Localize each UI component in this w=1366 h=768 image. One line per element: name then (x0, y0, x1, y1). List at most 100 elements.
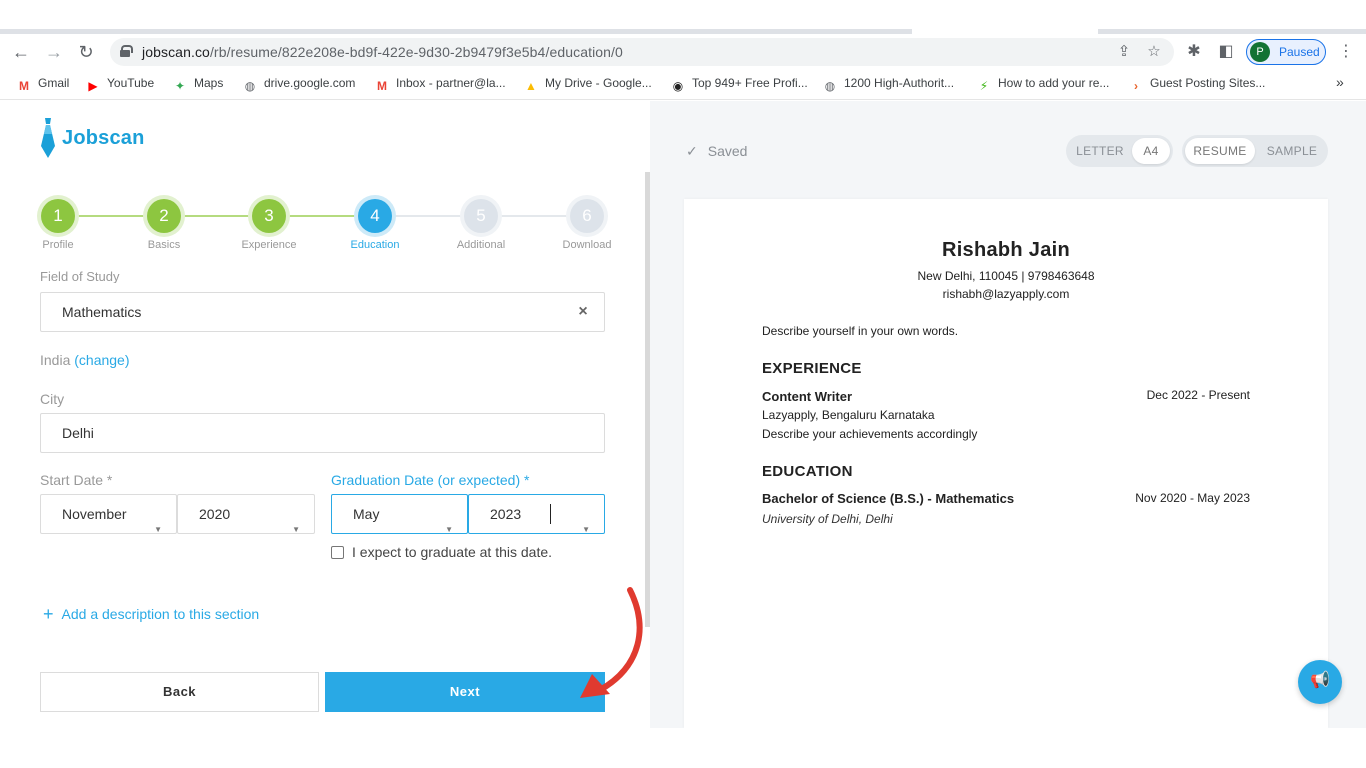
resume-summary: Describe yourself in your own words. (762, 324, 959, 338)
maps-icon: ✦ (174, 79, 186, 93)
bookmark-label: Maps (194, 76, 224, 90)
youtube-icon: ▶ (88, 79, 98, 93)
view-mode-resume[interactable]: RESUME (1185, 138, 1255, 164)
degree: Bachelor of Science (B.S.) - Mathematics (762, 491, 1015, 506)
add-description-link[interactable]: + Add a description to this section (43, 604, 259, 625)
paper-size-letter[interactable]: LETTER (1069, 138, 1131, 164)
bookmark-item[interactable]: ◍ drive.google.com (242, 76, 356, 93)
step-label: Profile (42, 239, 74, 251)
saved-status: ✓ Saved (686, 143, 747, 160)
reload-icon[interactable]: ↻ (74, 40, 98, 64)
job-description: Describe your achievements accordingly (762, 427, 978, 441)
preview-panel: ✓ Saved LETTER A4 RESUME SAMPLE Rishabh J… (650, 101, 1366, 728)
resume-name: Rishabh Jain (941, 239, 1071, 261)
step-label: Basics (147, 239, 181, 251)
graduation-month-select[interactable]: May ▼ (331, 494, 468, 534)
bookmark-label: Top 949+ Free Profi... (692, 76, 808, 90)
country-name: India (40, 352, 71, 368)
bookmark-item[interactable]: › Guest Posting Sites... (1128, 76, 1266, 93)
browser-tab-strip (0, 0, 1366, 36)
next-button[interactable]: Next (325, 672, 605, 712)
bookmark-item[interactable]: ◍ 1200 High-Authorit... (822, 76, 955, 93)
step-profile[interactable]: 1 Profile (18, 199, 98, 251)
back-arrow-icon[interactable]: ← (9, 40, 33, 64)
job-company: Lazyapply, Bengaluru Karnataka (762, 408, 935, 422)
start-year-select[interactable]: 2020 ▼ (177, 494, 315, 534)
tab-strip-divider (1098, 29, 1366, 34)
change-country-link[interactable]: (change) (74, 352, 129, 368)
more-bookmarks-icon[interactable]: » (1336, 74, 1344, 90)
education-heading: EDUCATION (762, 463, 853, 480)
bookmark-item[interactable]: ▲ My Drive - Google... (523, 76, 652, 93)
drive-icon: ▲ (525, 79, 537, 93)
step-education[interactable]: 4 Education (335, 199, 415, 251)
gmail-icon: M (377, 79, 387, 93)
bookmark-item[interactable]: M Inbox - partner@la... (374, 76, 506, 93)
side-panel-icon[interactable]: ◧ (1215, 41, 1237, 63)
more-menu-icon[interactable]: ⋮ (1338, 41, 1354, 63)
step-basics[interactable]: 2 Basics (124, 199, 204, 251)
bookmark-item[interactable]: ▶ YouTube (85, 76, 154, 93)
lock-icon (120, 45, 133, 57)
step-number: 1 (41, 199, 75, 233)
bookmark-label: Inbox - partner@la... (396, 76, 506, 90)
bookmark-item[interactable]: ✦ Maps (172, 76, 224, 93)
bookmark-star-icon[interactable]: ☆ (1144, 42, 1164, 62)
globe-icon: ◍ (244, 79, 256, 93)
chevron-down-icon: ▼ (582, 525, 590, 534)
stepper-line-complete (58, 215, 377, 217)
graduation-year-select[interactable]: 2023 ▼ (468, 494, 605, 534)
forward-arrow-icon[interactable]: → (42, 40, 66, 64)
experience-heading: EXPERIENCE (762, 360, 862, 377)
clear-icon[interactable]: × (576, 304, 590, 320)
field-of-study-label: Field of Study (40, 271, 120, 283)
address-bar[interactable]: jobscan.co/rb/resume/822e208e-bd9f-422e-… (110, 38, 1174, 66)
progress-stepper: 1 Profile 2 Basics 3 Experience 4 Education 5 Add… (36, 199, 616, 261)
bookmarks-bar: » M Gmail ▶ YouTube ✦ Maps ◍ drive.google.com M I… (0, 68, 1366, 100)
expect-graduate-label[interactable]: I expect to graduate at this date. (352, 544, 552, 560)
graduation-month-value: May (353, 506, 380, 522)
start-month-select[interactable]: November ▼ (40, 494, 177, 534)
megaphone-icon: 📢 (1310, 672, 1330, 689)
bookmark-label: Guest Posting Sites... (1150, 76, 1266, 90)
city-label: City (40, 391, 65, 407)
step-experience[interactable]: 3 Experience (229, 199, 309, 251)
country-line: India (change) (40, 352, 130, 368)
bookmark-label: My Drive - Google... (545, 76, 652, 90)
editor-panel: Jobscan 1 Profile 2 Basics 3 Experience 4 Educa… (0, 101, 645, 768)
text-cursor (550, 504, 551, 524)
feed-icon: ◉ (672, 79, 684, 93)
paper-size-a4[interactable]: A4 (1132, 138, 1170, 164)
view-mode-sample[interactable]: SAMPLE (1258, 138, 1326, 164)
start-month-value: November (62, 506, 127, 522)
step-download[interactable]: 6 Download (547, 199, 627, 251)
arrow-icon: › (1134, 79, 1138, 93)
extensions-puzzle-icon[interactable]: ✱ (1183, 41, 1205, 63)
step-additional[interactable]: 5 Additional (441, 199, 521, 251)
bookmark-label: Gmail (38, 76, 70, 90)
start-date-label: Start Date * (40, 472, 113, 488)
step-label: Additional (456, 239, 506, 251)
tab-strip-divider (0, 29, 912, 34)
job-dates: Dec 2022 - Present (1146, 388, 1250, 402)
view-mode-toggle: RESUME SAMPLE (1182, 135, 1328, 167)
city-input[interactable]: Delhi (40, 413, 605, 453)
brand-name: Jobscan (62, 127, 145, 149)
back-button[interactable]: Back (40, 672, 319, 712)
field-of-study-input[interactable]: Mathematics × (40, 292, 605, 332)
bookmark-item[interactable]: M Gmail (16, 76, 70, 93)
resume-contact-location: New Delhi, 110045 | 9798463648 (917, 269, 1095, 283)
bookmark-item[interactable]: ⚡ How to add your re... (976, 76, 1110, 93)
step-label: Experience (241, 239, 297, 251)
share-icon[interactable]: ⇪ (1114, 42, 1134, 62)
feedback-button[interactable]: 📢 (1298, 660, 1342, 704)
profile-button[interactable]: P Paused (1246, 39, 1326, 65)
bookmark-item[interactable]: ◉ Top 949+ Free Profi... (670, 76, 808, 93)
bookmark-label: 1200 High-Authorit... (844, 76, 955, 90)
expect-graduate-checkbox[interactable] (331, 546, 344, 559)
step-number: 4 (358, 199, 392, 233)
graduation-year-value: 2023 (490, 506, 522, 522)
annotation-arrow-icon (580, 587, 643, 698)
school: University of Delhi, Delhi (762, 512, 893, 526)
page-bottom (0, 728, 1366, 768)
